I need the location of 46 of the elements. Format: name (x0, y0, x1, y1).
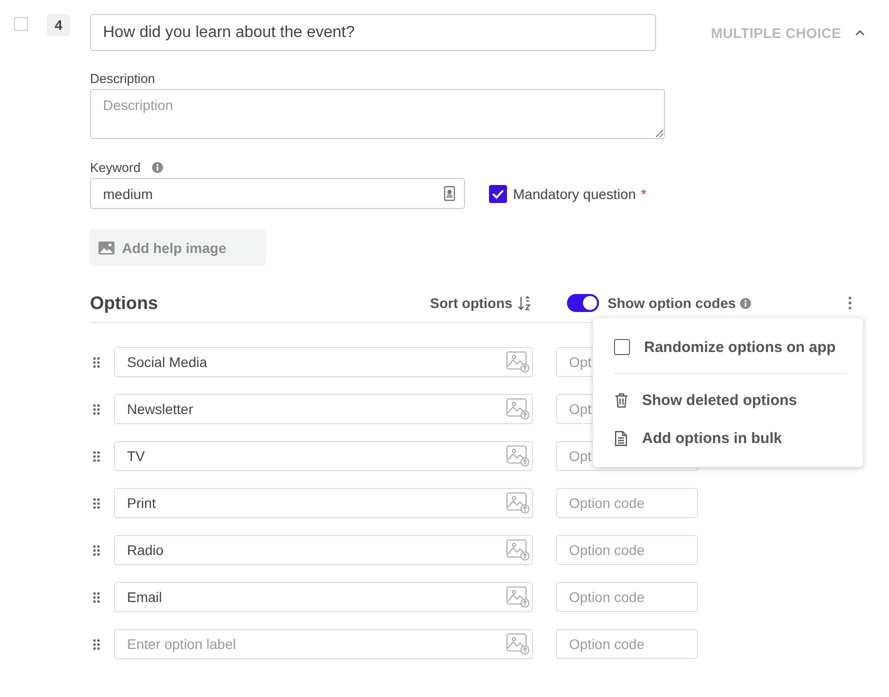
checkbox[interactable] (614, 339, 630, 355)
section-title: Options (90, 292, 159, 314)
option-label-field[interactable]: Newsletter (114, 394, 533, 424)
info-icon (740, 298, 751, 308)
menu-item-label[interactable]: Show deleted options (642, 392, 798, 408)
drag-handle-icon[interactable] (93, 498, 100, 508)
field-label: Description (90, 71, 156, 86)
option-label-field[interactable]: Email (114, 582, 533, 612)
option-label-field[interactable]: Enter option label (114, 629, 533, 659)
menu-item-label[interactable]: Add options in bulk (642, 430, 782, 446)
required-marker: * (640, 186, 646, 202)
more-menu-icon[interactable] (848, 296, 852, 310)
drag-handle-icon[interactable] (93, 404, 100, 414)
option-code-field[interactable]: Option code (556, 488, 698, 518)
drag-handle-icon[interactable] (93, 638, 100, 650)
option-code-field[interactable]: Option code (556, 535, 698, 565)
checkbox-label[interactable]: Mandatory question (513, 186, 636, 202)
chevron-icon[interactable] (855, 29, 865, 36)
option-label-field[interactable]: Radio (114, 535, 533, 565)
menu-item-label[interactable]: Randomize options on app (644, 338, 836, 356)
question-title-field[interactable]: How did you learn about the event? (90, 14, 656, 51)
toggle-switch[interactable] (567, 294, 600, 312)
info-icon (152, 162, 163, 172)
drag-handle-icon[interactable] (93, 356, 100, 368)
option-label-field[interactable]: TV (114, 441, 533, 471)
option-code-field[interactable]: Option code (556, 629, 698, 659)
keyword-field[interactable]: medium (90, 178, 465, 209)
document-icon (615, 430, 627, 446)
checkmark-icon (492, 188, 504, 198)
drag-handle-icon[interactable] (93, 544, 100, 556)
field-label: Keyword (90, 160, 141, 174)
checkbox[interactable] (489, 184, 507, 202)
option-label-field[interactable]: Print (114, 488, 533, 518)
sort-options-button[interactable]: Sort options (430, 295, 512, 311)
description-field[interactable]: Description (90, 89, 665, 139)
trash-icon (614, 392, 628, 408)
option-label-field[interactable]: Social Media (114, 347, 533, 377)
keyword-icon (444, 186, 455, 201)
toggle-label[interactable]: Show option codes (607, 295, 736, 311)
drag-handle-icon[interactable] (93, 592, 100, 602)
question-number: 4 (47, 14, 70, 36)
option-code-field[interactable]: Option code (556, 582, 698, 612)
question-checkbox[interactable] (14, 17, 28, 31)
image-icon (98, 240, 115, 254)
sort-icon[interactable] (518, 296, 532, 310)
drag-handle-icon[interactable] (93, 450, 100, 462)
